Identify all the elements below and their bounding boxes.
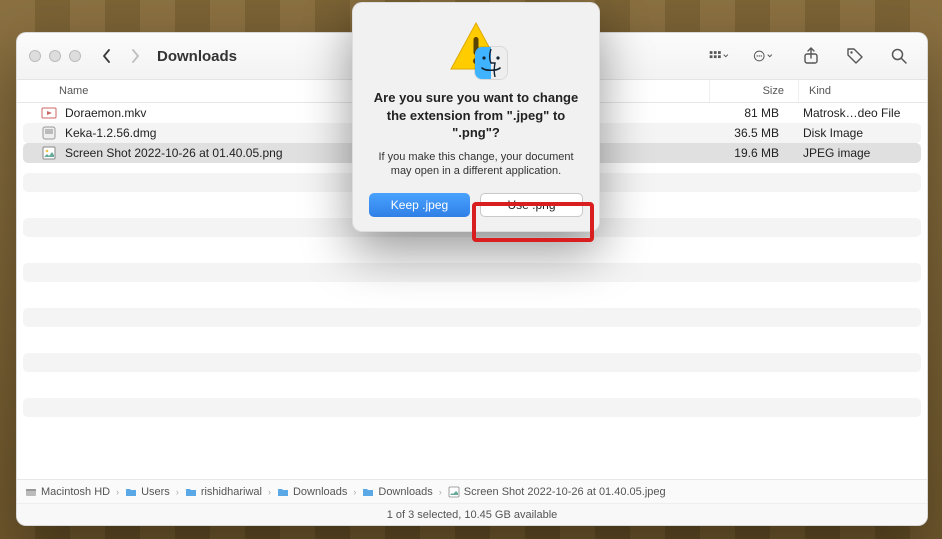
image-icon — [41, 145, 57, 161]
back-button[interactable] — [97, 46, 117, 66]
status-bar: 1 of 3 selected, 10.45 GB available — [17, 503, 927, 525]
header-kind[interactable]: Kind — [799, 85, 927, 97]
window-title: Downloads — [157, 48, 237, 65]
warning-icon — [447, 19, 505, 77]
path-bar: Macintosh HD› Users› rishidhariwal› Down… — [17, 479, 927, 503]
file-kind: JPEG image — [793, 146, 921, 160]
close-button[interactable] — [29, 50, 41, 62]
file-kind: Matrosk…deo File — [793, 106, 921, 120]
file-size: 19.6 MB — [703, 146, 793, 160]
dialog-title: Are you sure you want to change the exte… — [369, 89, 583, 142]
zoom-button[interactable] — [69, 50, 81, 62]
use-extension-button[interactable]: Use .png — [480, 193, 583, 217]
keep-extension-button[interactable]: Keep .jpeg — [369, 193, 470, 217]
video-icon — [41, 105, 57, 121]
share-button[interactable] — [795, 44, 827, 68]
file-kind: Disk Image — [793, 126, 921, 140]
window-controls — [29, 50, 81, 62]
path-segment[interactable]: Downloads — [362, 486, 432, 498]
action-menu-button[interactable] — [747, 44, 779, 68]
tags-button[interactable] — [839, 44, 871, 68]
path-segment[interactable]: Downloads — [277, 486, 347, 498]
search-button[interactable] — [883, 44, 915, 68]
path-segment[interactable]: Macintosh HD — [25, 486, 110, 498]
header-size[interactable]: Size — [709, 80, 799, 102]
dmg-icon — [41, 125, 57, 141]
file-size: 81 MB — [703, 106, 793, 120]
status-text: 1 of 3 selected, 10.45 GB available — [387, 509, 558, 521]
view-options-button[interactable] — [703, 44, 735, 68]
extension-change-dialog: Are you sure you want to change the exte… — [352, 2, 600, 232]
path-segment[interactable]: Screen Shot 2022-10-26 at 01.40.05.jpeg — [448, 486, 666, 498]
minimize-button[interactable] — [49, 50, 61, 62]
forward-button[interactable] — [125, 46, 145, 66]
path-segment[interactable]: rishidhariwal — [185, 486, 262, 498]
file-size: 36.5 MB — [703, 126, 793, 140]
dialog-body: If you make this change, your document m… — [369, 150, 583, 180]
finder-badge-icon — [475, 47, 507, 79]
dialog-buttons: Keep .jpeg Use .png — [369, 193, 583, 217]
path-segment[interactable]: Users — [125, 486, 170, 498]
